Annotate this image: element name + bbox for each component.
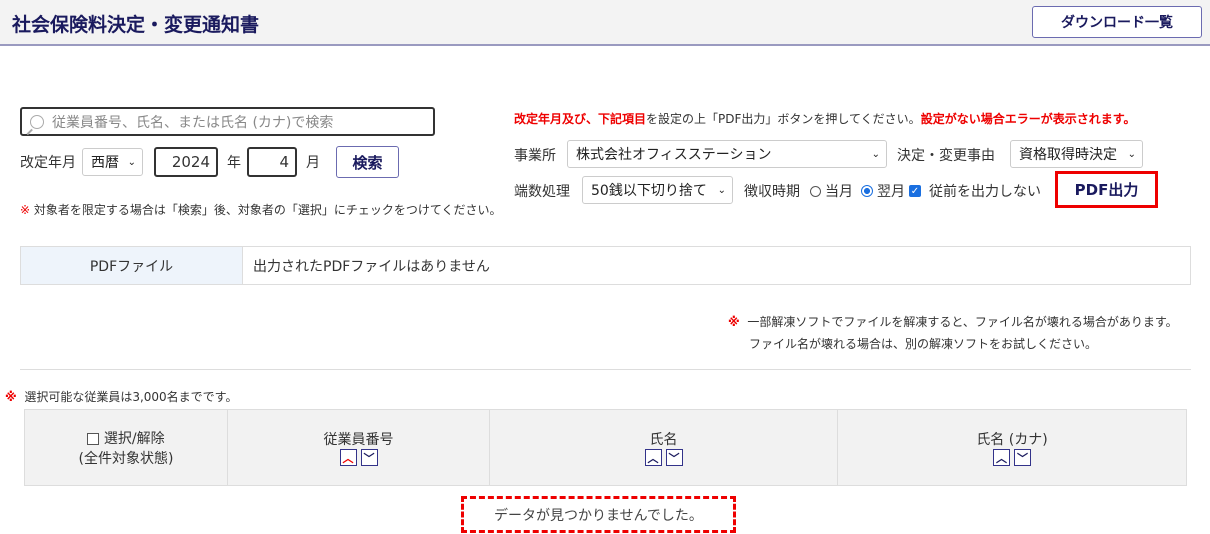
- office-label: 事業所: [514, 148, 556, 164]
- instruction-red: 改定年月及び、下記項目: [514, 112, 647, 126]
- table-header-row: 選択/解除 (全件対象状態) 従業員番号 ︿ ﹀ 氏名 ︿ ﹀ 氏名 (カナ) ︿ ﹀: [24, 409, 1187, 486]
- download-list-button[interactable]: ダウンロード一覧: [1032, 6, 1202, 38]
- select-column: 選択/解除 (全件対象状態): [24, 409, 228, 486]
- sort-desc-icon[interactable]: ﹀: [665, 449, 683, 466]
- rounding-select[interactable]: 50銭以下切り捨て ⌄: [582, 176, 733, 204]
- pdf-highlight: PDF出力: [1055, 171, 1158, 208]
- sort-desc-icon[interactable]: ﹀: [1014, 449, 1031, 466]
- era-select[interactable]: 西暦 ⌄: [82, 148, 143, 176]
- employee-note-mark: ※: [5, 390, 17, 404]
- sort-asc-icon[interactable]: ︿: [339, 449, 357, 466]
- collection-label: 徴収時期: [744, 184, 800, 200]
- rounding-value: 50銭以下切り捨て: [591, 183, 707, 199]
- empty-message: データが見つかりませんでした。: [461, 496, 736, 533]
- pdf-output-button[interactable]: PDF出力: [1058, 174, 1155, 205]
- sort-asc-icon[interactable]: ︿: [993, 449, 1010, 466]
- unzip-note-line1: 一部解凍ソフトでファイルを解凍すると、ファイル名が壊れる場合があります。: [747, 315, 1178, 329]
- search-input[interactable]: 従業員番号、氏名、または氏名 (カナ)で検索: [20, 107, 435, 136]
- month-input[interactable]: 4: [247, 147, 297, 177]
- radio-current[interactable]: [810, 185, 821, 197]
- employee-table: 選択/解除 (全件対象状態) 従業員番号 ︿ ﹀ 氏名 ︿ ﹀ 氏名 (カナ) ︿ ﹀: [24, 409, 1187, 486]
- radio-next[interactable]: [861, 185, 873, 197]
- instruction-error: 設定がない場合エラーが表示されます。: [920, 112, 1136, 126]
- search-icon: [26, 114, 44, 135]
- no-previous-checkbox[interactable]: ✓: [909, 185, 921, 197]
- pdf-file-label: PDFファイル: [21, 247, 243, 284]
- column-label: 氏名 (カナ): [976, 432, 1048, 448]
- pdf-file-value: 出力されたPDFファイルはありません: [253, 258, 490, 275]
- no-previous-label: 従前を出力しない: [929, 184, 1041, 200]
- search-placeholder: 従業員番号、氏名、または氏名 (カナ)で検索: [52, 114, 334, 131]
- select-all-checkbox[interactable]: [87, 432, 100, 445]
- year-unit: 年: [227, 155, 241, 171]
- name-kana-column: 氏名 (カナ) ︿ ﹀: [837, 409, 1187, 486]
- sort-desc-icon[interactable]: ﹀: [360, 449, 378, 466]
- reason-label: 決定・変更事由: [897, 148, 995, 164]
- era-value: 西暦: [91, 155, 119, 171]
- year-input[interactable]: 2024: [154, 147, 218, 177]
- office-value: 株式会社オフィスステーション: [576, 147, 772, 163]
- radio-current-label: 当月: [825, 184, 853, 200]
- select-all-sublabel: (全件対象状態): [78, 450, 174, 467]
- select-all-label: 選択/解除: [103, 430, 165, 447]
- instruction-text: を設定の上「PDF出力」ボタンを押してください。: [646, 112, 921, 126]
- chevron-down-icon: ⌄: [127, 156, 136, 168]
- month-unit: 月: [306, 155, 320, 171]
- instruction: 改定年月及び、下記項目を設定の上「PDF出力」ボタンを押してください。設定がない…: [514, 110, 1136, 127]
- pdf-file-row: PDFファイル 出力されたPDFファイルはありません: [20, 246, 1191, 285]
- chevron-down-icon: ⌄: [1127, 148, 1136, 160]
- unzip-note-mark: ※: [728, 315, 740, 329]
- page-title: 社会保険料決定・変更通知書: [12, 14, 260, 36]
- chevron-down-icon: ⌄: [717, 184, 726, 196]
- reason-value: 資格取得時決定: [1019, 147, 1117, 163]
- revision-label: 改定年月: [20, 155, 76, 171]
- employee-number-column: 従業員番号 ︿ ﹀: [227, 409, 490, 486]
- employee-note: 選択可能な従業員は3,000名までです。: [24, 390, 238, 404]
- column-label: 従業員番号: [323, 432, 394, 448]
- chevron-down-icon: ⌄: [871, 148, 880, 160]
- note-mark: ※: [20, 203, 31, 217]
- column-label: 氏名: [649, 432, 678, 448]
- name-column: 氏名 ︿ ﹀: [489, 409, 838, 486]
- divider: [20, 369, 1191, 370]
- rounding-label: 端数処理: [514, 184, 570, 200]
- sort-asc-icon[interactable]: ︿: [644, 449, 662, 466]
- reason-select[interactable]: 資格取得時決定 ⌄: [1010, 140, 1143, 168]
- office-select[interactable]: 株式会社オフィスステーション ⌄: [567, 140, 887, 168]
- search-note: 対象者を限定する場合は「検索」後、対象者の「選択」にチェックをつけてください。: [33, 203, 502, 217]
- search-button[interactable]: 検索: [336, 146, 399, 178]
- unzip-note-line2: ファイル名が壊れる場合は、別の解凍ソフトをお試しください。: [749, 337, 1098, 351]
- radio-next-label: 翌月: [877, 184, 905, 200]
